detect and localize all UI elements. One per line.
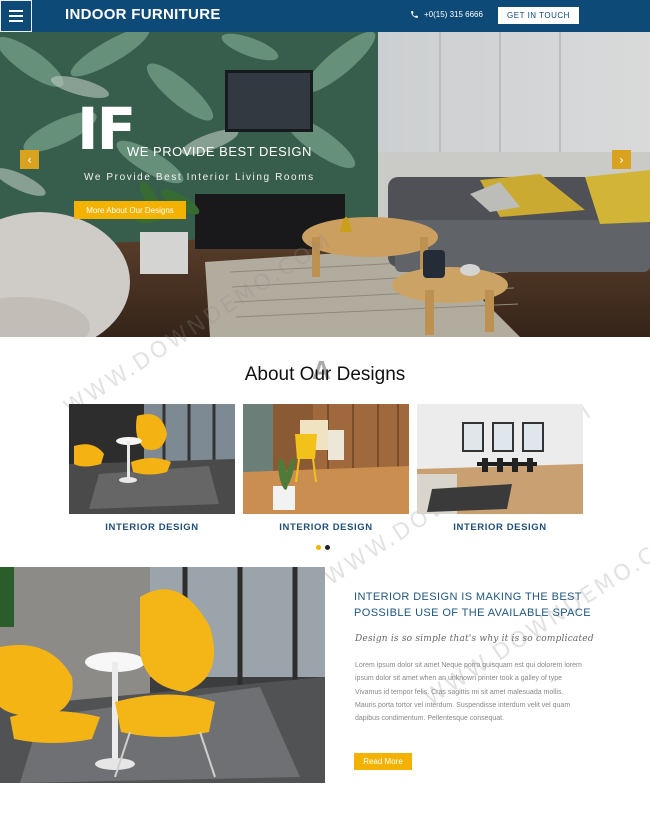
feature-heading: INTERIOR DESIGN IS MAKING THE BEST POSSI… bbox=[354, 591, 591, 619]
hero-living-room-image bbox=[0, 32, 650, 337]
feature-image bbox=[0, 567, 325, 783]
phone-icon bbox=[411, 11, 418, 18]
hero-monogram: IF bbox=[77, 95, 136, 163]
get-in-touch-button[interactable]: GET IN TOUCH bbox=[498, 7, 579, 24]
about-section-title: About Our Designs bbox=[244, 364, 406, 385]
phone-contact: +0(15) 315 6666 bbox=[410, 10, 483, 19]
read-more-button[interactable]: Read More bbox=[354, 753, 412, 770]
pagination-dot[interactable] bbox=[316, 545, 321, 550]
chevron-left-icon[interactable]: ‹ bbox=[20, 150, 39, 169]
design-card-label: INTERIOR DESIGN bbox=[279, 522, 373, 533]
yellow-chairs-image bbox=[0, 567, 325, 783]
hero-banner: IF WE PROVIDE BEST DESIGN We Provide Bes… bbox=[0, 32, 650, 337]
design-card[interactable]: INTERIOR DESIGN bbox=[417, 404, 583, 533]
design-card-image bbox=[243, 404, 409, 514]
design-card-label: INTERIOR DESIGN bbox=[105, 522, 199, 533]
chevron-right-icon[interactable]: › bbox=[612, 150, 631, 169]
feature-body-text: Lorem ipsum dolor sit amet Neque porro q… bbox=[355, 662, 582, 723]
design-card[interactable]: INTERIOR DESIGN bbox=[243, 404, 409, 533]
hamburger-menu-icon[interactable] bbox=[0, 0, 32, 32]
brand-logo[interactable]: INDOOR FURNITURE bbox=[65, 6, 221, 23]
top-navbar: INDOOR FURNITURE +0(15) 315 6666 GET IN … bbox=[0, 0, 650, 32]
design-card-label: INTERIOR DESIGN bbox=[453, 522, 547, 533]
more-about-designs-button[interactable]: More About Our Designs bbox=[74, 201, 186, 219]
hero-title: WE PROVIDE BEST DESIGN bbox=[127, 144, 312, 159]
pagination-dot[interactable] bbox=[325, 545, 330, 550]
feature-quote: Design is so simple that's why it is so … bbox=[355, 634, 594, 644]
design-card[interactable]: INTERIOR DESIGN bbox=[69, 404, 235, 533]
design-card-image bbox=[417, 404, 583, 514]
carousel-pagination bbox=[316, 545, 330, 550]
phone-number: +0(15) 315 6666 bbox=[424, 10, 483, 19]
design-card-image bbox=[69, 404, 235, 514]
hero-subtitle: We Provide Best Interior Living Rooms bbox=[84, 172, 315, 183]
